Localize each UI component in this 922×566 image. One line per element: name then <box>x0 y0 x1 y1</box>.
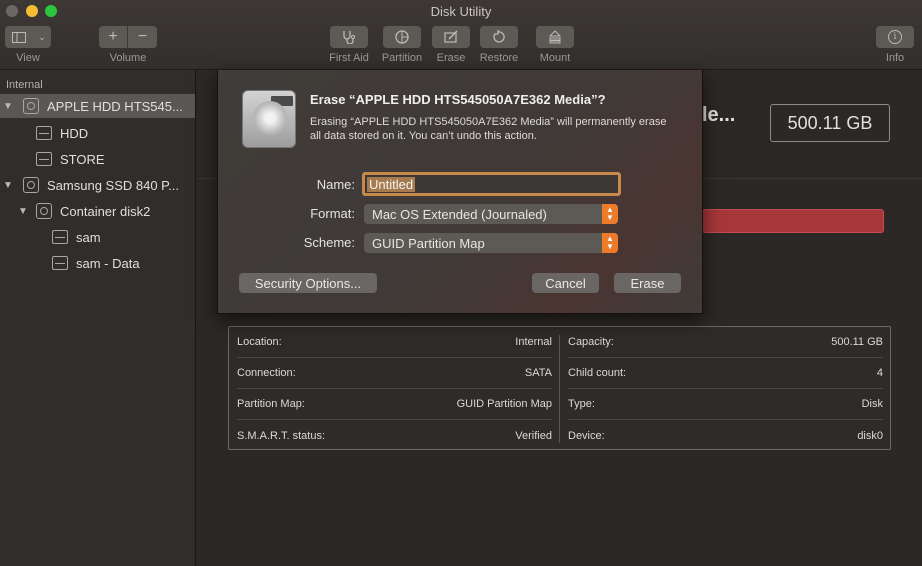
info-row: S.M.A.R.T. status: Verified <box>237 429 552 442</box>
hard-disk-icon <box>23 177 39 193</box>
info-row: Connection: SATA <box>237 358 552 389</box>
mount-icon <box>536 26 574 48</box>
stethoscope-icon <box>330 26 368 48</box>
sidebar-item-label: HDD <box>60 125 89 141</box>
partition-label: Partition <box>381 52 423 64</box>
scheme-label: Scheme: <box>303 235 355 250</box>
view-button[interactable]: ⌄ <box>5 26 51 48</box>
remove-volume-button[interactable]: − <box>128 26 157 48</box>
sidebar-item-sam[interactable]: sam <box>0 225 195 249</box>
disk-info-table: Location: Internal Connection: SATA Part… <box>228 326 891 450</box>
security-options-button[interactable]: Security Options... <box>239 273 377 293</box>
erase-toolbar-button[interactable] <box>432 26 470 48</box>
volume-icon <box>36 126 52 140</box>
sidebar-item-hdd[interactable]: HDD <box>0 121 195 145</box>
name-label: Name: <box>316 177 355 192</box>
restore-label: Restore <box>479 52 519 64</box>
chevron-down-icon: ⌄ <box>38 31 46 42</box>
info-row: Type: Disk <box>568 389 883 420</box>
sidebar-item-apple-hdd[interactable]: ▼ APPLE HDD HTS545... <box>0 94 195 118</box>
disclosure-triangle-icon[interactable]: ▼ <box>18 206 28 217</box>
info-icon: i <box>876 26 914 48</box>
view-label: View <box>16 52 40 64</box>
pie-icon <box>383 26 421 48</box>
sidebar-item-sam-data[interactable]: sam - Data <box>0 251 195 275</box>
disk-name-heading: le... <box>702 104 736 126</box>
erase-label: Erase <box>436 52 466 64</box>
volume-icon <box>36 152 52 166</box>
format-popup[interactable]: Mac OS Extended (Journaled) ▲ ▼ <box>364 204 618 224</box>
restore-button[interactable] <box>480 26 518 48</box>
info-row: Device: disk0 <box>568 429 883 442</box>
first-aid-button[interactable] <box>330 26 368 48</box>
cancel-button[interactable]: Cancel <box>532 273 599 293</box>
partition-button[interactable] <box>383 26 421 48</box>
add-volume-button[interactable]: + <box>99 26 127 48</box>
scheme-popup[interactable]: GUID Partition Map ▲ ▼ <box>364 233 618 253</box>
first-aid-label: First Aid <box>329 52 369 64</box>
dialog-message: Erasing “APPLE HDD HTS545050A7E362 Media… <box>310 116 667 142</box>
volume-icon <box>52 230 68 244</box>
sidebar-item-label: APPLE HDD HTS545... <box>47 98 183 114</box>
capacity-box: 500.11 GB <box>770 104 890 142</box>
info-column-left: Location: Internal Connection: SATA Part… <box>229 327 560 451</box>
mount-button[interactable] <box>536 26 574 48</box>
erase-dialog: Erase “APPLE HDD HTS545050A7E362 Media”?… <box>217 70 703 314</box>
sidebar-item-label: Samsung SSD 840 P... <box>47 177 180 193</box>
info-column-right: Capacity: 500.11 GB Child count: 4 Type:… <box>560 327 891 451</box>
sidebar-item-store[interactable]: STORE <box>0 147 195 171</box>
scheme-value: GUID Partition Map <box>372 235 485 251</box>
info-row: Partition Map: GUID Partition Map <box>237 389 552 420</box>
mount-label: Mount <box>539 52 571 64</box>
volume-icon <box>52 256 68 270</box>
erase-button[interactable]: Erase <box>614 273 681 293</box>
eraser-icon <box>432 26 470 48</box>
window-title: Disk Utility <box>430 4 492 19</box>
info-button[interactable]: i <box>876 26 914 48</box>
sidebar-item-samsung-ssd[interactable]: ▼ Samsung SSD 840 P... <box>0 173 195 197</box>
sidebar-item-label: sam - Data <box>76 255 140 271</box>
updown-arrows-icon: ▲ ▼ <box>602 233 618 253</box>
sidebar-item-label: sam <box>76 229 101 245</box>
restore-icon <box>480 26 518 48</box>
info-row: Location: Internal <box>237 327 552 358</box>
sidebar-icon <box>5 26 33 48</box>
usage-bar <box>702 209 884 233</box>
name-field[interactable]: Untitled <box>362 172 621 196</box>
hard-disk-icon <box>23 98 39 114</box>
format-value: Mac OS Extended (Journaled) <box>372 206 547 222</box>
info-row: Child count: 4 <box>568 358 883 389</box>
sidebar-section-internal: Internal <box>6 79 43 91</box>
toolbar: Disk Utility ⌄ View + − Volume First Aid… <box>0 0 922 70</box>
updown-arrows-icon: ▲ ▼ <box>602 204 618 224</box>
sidebar-item-label: Container disk2 <box>60 203 151 219</box>
disclosure-triangle-icon[interactable]: ▼ <box>3 101 13 112</box>
hard-drive-icon <box>242 90 296 148</box>
format-label: Format: <box>310 206 355 221</box>
volume-buttons: + − <box>99 26 157 48</box>
dialog-title: Erase “APPLE HDD HTS545050A7E362 Media”? <box>310 92 606 107</box>
disclosure-triangle-icon[interactable]: ▼ <box>3 180 13 191</box>
volume-label: Volume <box>109 52 147 64</box>
sidebar-item-container-disk2[interactable]: ▼ Container disk2 <box>0 199 195 223</box>
info-row: Capacity: 500.11 GB <box>568 327 883 358</box>
container-icon <box>36 203 52 219</box>
sidebar-item-label: STORE <box>60 151 105 167</box>
name-field-value: Untitled <box>367 176 416 192</box>
sidebar: Internal ▼ APPLE HDD HTS545... HDD STORE… <box>0 70 196 566</box>
info-label: Info <box>885 52 905 64</box>
